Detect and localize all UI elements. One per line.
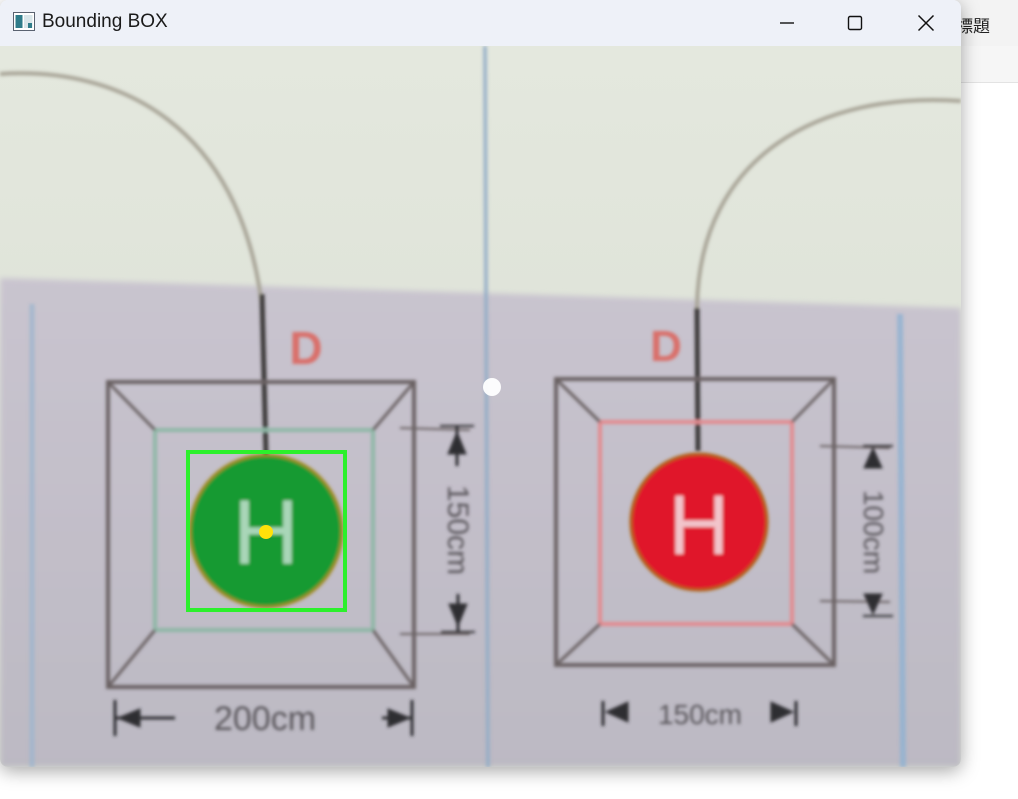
maximize-icon <box>847 15 863 31</box>
glare-spot <box>483 378 501 396</box>
right-pad-symbol: H <box>669 478 730 572</box>
left-pad-letter: D <box>289 322 322 374</box>
window-title: Bounding BOX <box>42 11 168 32</box>
camera-view: D D 200cm 150cm 150cm 100cm H H <box>0 46 961 767</box>
right-height-label: 100cm <box>858 490 889 574</box>
right-width-label: 150cm <box>658 699 742 730</box>
maximize-button[interactable] <box>820 0 890 46</box>
left-width-label: 200cm <box>214 700 316 738</box>
close-button[interactable] <box>891 0 961 46</box>
background-window-title: 標題 <box>956 17 990 37</box>
minimize-icon <box>780 22 794 24</box>
mat-board <box>0 278 961 767</box>
detection-center-point <box>259 525 273 539</box>
app-icon <box>13 12 35 31</box>
bounding-box-window: Bounding BOX D D 200cm 150cm 150cm 100cm… <box>0 0 961 767</box>
title-bar[interactable]: Bounding BOX <box>0 0 961 46</box>
left-height-label: 150cm <box>441 485 474 575</box>
close-icon <box>917 14 935 32</box>
right-pad-letter: D <box>650 322 682 371</box>
minimize-button[interactable] <box>752 0 822 46</box>
